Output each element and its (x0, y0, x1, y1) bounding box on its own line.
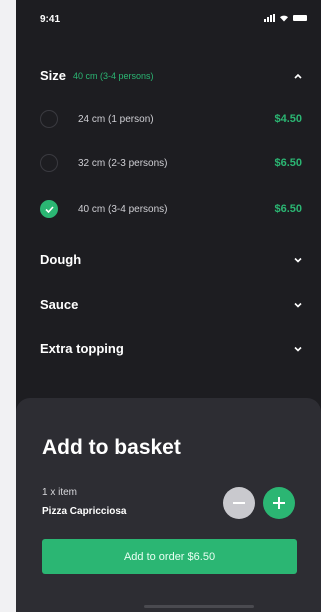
sauce-section-header[interactable]: Sauce (40, 297, 302, 312)
basket-title: Add to basket (42, 436, 181, 459)
add-to-order-label: Add to order $6.50 (123, 550, 216, 563)
home-indicator[interactable] (144, 605, 254, 608)
increase-quantity-button[interactable] (263, 487, 295, 519)
size-selected-value: 40 cm (3-4 persons) (73, 70, 154, 81)
option-label: 40 cm (3-4 persons) (78, 203, 168, 215)
dough-title: Dough (40, 252, 82, 267)
option-price: $6.50 (274, 157, 302, 169)
status-icons (264, 14, 307, 22)
dough-section-header[interactable]: Dough (40, 252, 302, 267)
chevron-down-icon (294, 302, 302, 308)
extra-topping-section-header[interactable]: Extra topping (40, 341, 302, 356)
plus-icon (273, 497, 285, 509)
option-price: $4.50 (274, 113, 302, 125)
size-option-24cm[interactable]: 24 cm (1 person) $4.50 (40, 107, 302, 131)
wifi-icon (280, 15, 288, 22)
status-bar: 9:41 (16, 0, 321, 40)
status-time: 9:41 (40, 14, 61, 25)
sauce-title: Sauce (40, 297, 79, 312)
item-name: Pizza Capricciosa (42, 506, 127, 517)
item-quantity: 1 x item (42, 487, 78, 498)
chevron-down-icon (294, 346, 302, 352)
option-price: $6.50 (274, 203, 302, 215)
radio-unchecked-icon[interactable] (40, 154, 58, 172)
chevron-down-icon (294, 257, 302, 263)
battery-icon (293, 15, 307, 21)
option-label: 32 cm (2-3 persons) (78, 157, 168, 169)
signal-icon (264, 14, 275, 22)
size-title: Size (40, 68, 67, 83)
decrease-quantity-button[interactable] (223, 487, 255, 519)
phone-screen: 9:41 Size 40 cm (3-4 persons) 24 cm (1 p… (16, 0, 321, 612)
radio-checked-icon[interactable] (40, 200, 58, 218)
extra-topping-title: Extra topping (40, 341, 124, 356)
basket-sheet: Add to basket 1 x item Pizza Capricciosa… (16, 398, 321, 612)
add-to-order-button[interactable]: Add to order $6.50 (42, 539, 297, 574)
radio-unchecked-icon[interactable] (40, 110, 58, 128)
size-section-header[interactable]: Size 40 cm (3-4 persons) (40, 68, 302, 83)
size-option-32cm[interactable]: 32 cm (2-3 persons) $6.50 (40, 151, 302, 175)
option-label: 24 cm (1 person) (78, 113, 154, 125)
size-option-40cm[interactable]: 40 cm (3-4 persons) $6.50 (40, 197, 302, 221)
minus-icon (233, 502, 245, 504)
chevron-up-icon (294, 73, 302, 79)
check-icon (44, 205, 54, 213)
